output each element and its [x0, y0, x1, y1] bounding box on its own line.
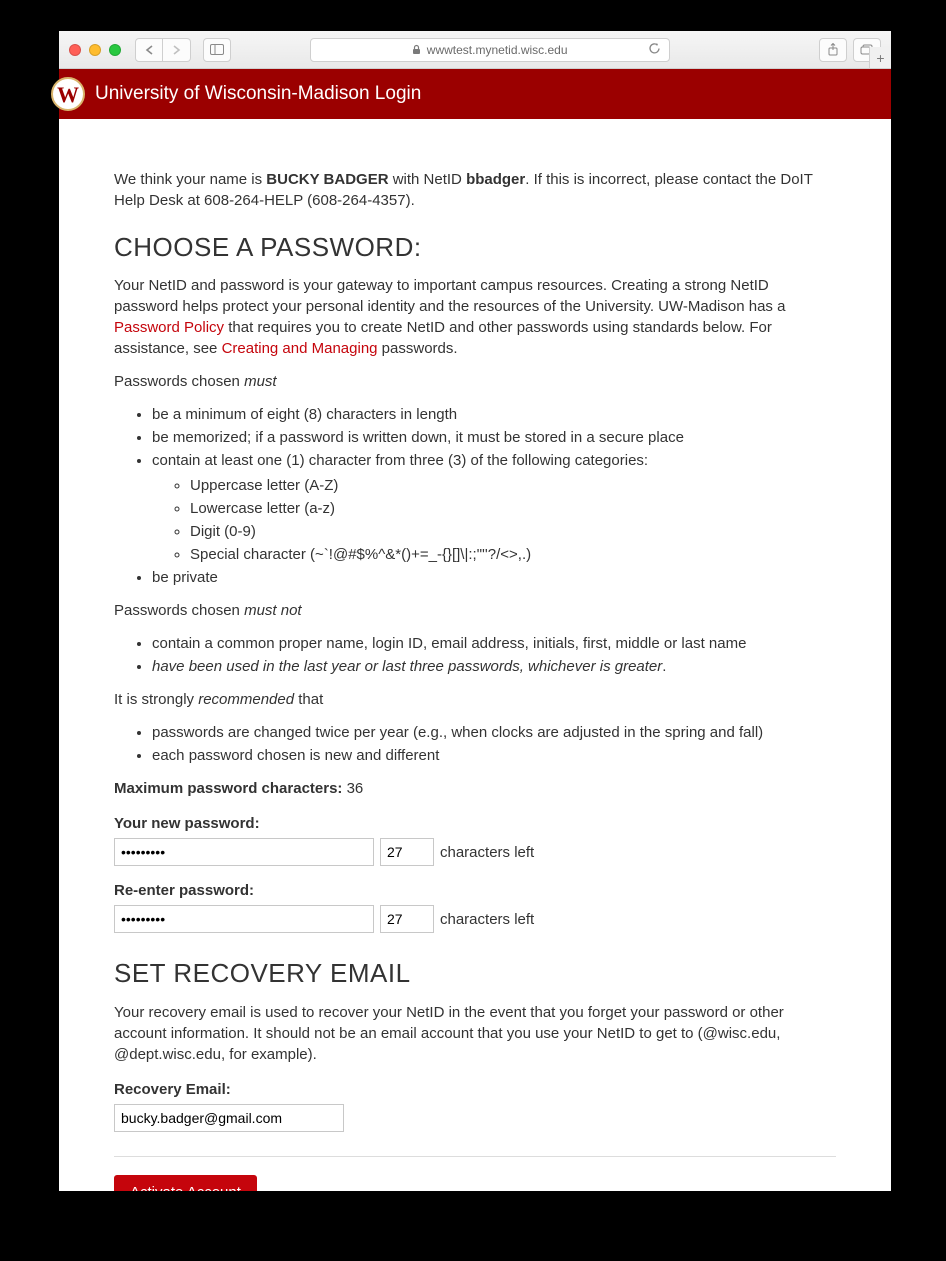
identity-name: BUCKY BADGER	[266, 171, 388, 188]
recommended-label: It is strongly recommended that	[114, 689, 836, 710]
list-item: each password chosen is new and differen…	[152, 745, 836, 766]
list-item: contain a common proper name, login ID, …	[152, 633, 836, 654]
recovery-email-label: Recovery Email:	[114, 1079, 836, 1100]
recovery-heading: SET RECOVERY EMAIL	[114, 955, 836, 991]
mustnot-label: Passwords chosen must not	[114, 600, 836, 621]
window-controls	[69, 44, 121, 56]
plus-icon: +	[876, 50, 884, 66]
must-label: Passwords chosen must	[114, 371, 836, 392]
reenter-password-row: characters left	[114, 905, 836, 933]
chars-left-text: characters left	[440, 842, 534, 863]
identity-sentence: We think your name is BUCKY BADGER with …	[114, 169, 836, 211]
chars-left-text: characters left	[440, 909, 534, 930]
nav-buttons	[135, 38, 191, 62]
titlebar: wwwtest.mynetid.wisc.edu	[59, 31, 891, 69]
reenter-password-label: Re-enter password:	[114, 880, 836, 901]
sidebar-button[interactable]	[203, 38, 231, 62]
list-item: Special character (~`!@#$%^&*()+=_-{}[]\…	[190, 544, 836, 565]
mustnot-list: contain a common proper name, login ID, …	[152, 633, 836, 677]
address-bar[interactable]: wwwtest.mynetid.wisc.edu	[310, 38, 670, 62]
new-password-input[interactable]	[114, 838, 374, 866]
must-sublist: Uppercase letter (A-Z) Lowercase letter …	[190, 475, 836, 565]
list-item: Lowercase letter (a-z)	[190, 498, 836, 519]
site-header: W University of Wisconsin-Madison Login	[59, 69, 891, 119]
divider	[114, 1156, 836, 1157]
new-tab-button[interactable]: +	[869, 47, 891, 69]
page-content: We think your name is BUCKY BADGER with …	[59, 119, 891, 1191]
choose-password-heading: CHOOSE A PASSWORD:	[114, 229, 836, 265]
browser-window: wwwtest.mynetid.wisc.edu	[59, 31, 891, 1191]
reload-button[interactable]	[648, 42, 661, 55]
choose-intro: Your NetID and password is your gateway …	[114, 275, 836, 359]
minimize-window-button[interactable]	[89, 44, 101, 56]
new-password-remaining	[380, 838, 434, 866]
list-item: passwords are changed twice per year (e.…	[152, 722, 836, 743]
back-button[interactable]	[135, 38, 163, 62]
list-item: be a minimum of eight (8) characters in …	[152, 404, 836, 425]
identity-netid: bbadger	[466, 171, 525, 188]
list-item: contain at least one (1) character from …	[152, 450, 836, 565]
reenter-password-remaining	[380, 905, 434, 933]
site-title: University of Wisconsin-Madison Login	[95, 83, 421, 105]
reenter-password-input[interactable]	[114, 905, 374, 933]
activate-account-button[interactable]: Activate Account	[114, 1175, 257, 1191]
creating-managing-link[interactable]: Creating and Managing	[222, 340, 378, 357]
list-item: Uppercase letter (A-Z)	[190, 475, 836, 496]
list-item: have been used in the last year or last …	[152, 656, 836, 677]
chevron-left-icon	[145, 45, 154, 55]
recovery-intro: Your recovery email is used to recover y…	[114, 1002, 836, 1065]
must-list: be a minimum of eight (8) characters in …	[152, 404, 836, 588]
recovery-email-input[interactable]	[114, 1104, 344, 1132]
new-password-row: characters left	[114, 838, 836, 866]
list-item: Digit (0-9)	[190, 521, 836, 542]
chevron-right-icon	[172, 45, 181, 55]
share-button[interactable]	[819, 38, 847, 62]
list-item: be memorized; if a password is written d…	[152, 427, 836, 448]
new-password-label: Your new password:	[114, 813, 836, 834]
list-item: be private	[152, 567, 836, 588]
share-icon	[827, 43, 839, 56]
address-text: wwwtest.mynetid.wisc.edu	[427, 43, 568, 57]
max-chars: Maximum password characters: 36	[114, 778, 836, 799]
uw-crest-logo: W	[51, 77, 85, 111]
crest-letter: W	[57, 84, 79, 106]
reload-icon	[648, 42, 661, 55]
zoom-window-button[interactable]	[109, 44, 121, 56]
lock-icon	[412, 44, 421, 55]
recommended-list: passwords are changed twice per year (e.…	[152, 722, 836, 766]
close-window-button[interactable]	[69, 44, 81, 56]
password-policy-link[interactable]: Password Policy	[114, 319, 224, 336]
sidebar-icon	[210, 44, 224, 55]
forward-button[interactable]	[163, 38, 191, 62]
